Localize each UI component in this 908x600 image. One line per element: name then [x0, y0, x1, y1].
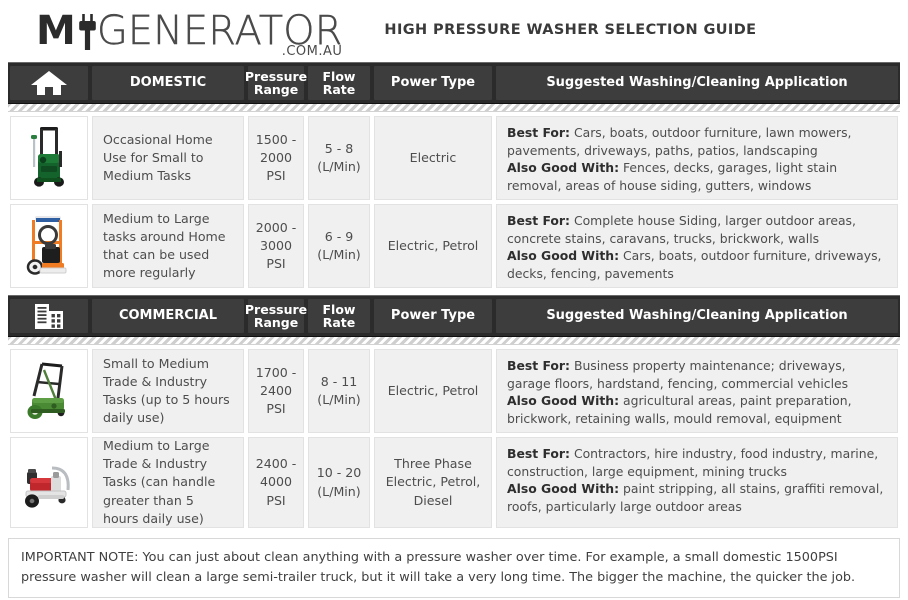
- row-power-type: Electric, Petrol: [374, 349, 492, 433]
- row-description: Medium to Large tasks around Home that c…: [92, 204, 244, 288]
- flow-rate-value: 10 - 20: [316, 465, 362, 481]
- power-plug-icon: [75, 12, 97, 50]
- house-icon: [10, 66, 88, 100]
- row-flow-rate: 6 - 9 (L/Min): [308, 204, 370, 288]
- table-row: Medium to Large tasks around Home that c…: [8, 200, 900, 288]
- row-application: Best For: Business property maintenance;…: [496, 349, 898, 433]
- section-label-commercial: COMMERCIAL: [92, 299, 244, 333]
- best-for-label: Best For:: [507, 125, 570, 140]
- section-label-domestic: DOMESTIC: [92, 66, 244, 100]
- table-row: Small to Medium Trade & Industry Tasks (…: [8, 345, 900, 433]
- table-row: Medium to Large Trade & Industry Tasks (…: [8, 433, 900, 528]
- important-note: IMPORTANT NOTE: You can just about clean…: [8, 538, 900, 598]
- product-image: [10, 349, 88, 433]
- also-good-label: Also Good With:: [507, 248, 620, 264]
- column-header-pressure-range: Pressure Range: [245, 66, 307, 100]
- also-good-label: Also Good With:: [507, 481, 620, 497]
- hatched-divider: [8, 337, 900, 345]
- green-trade-pressure-washer: [18, 356, 80, 426]
- office-building-icon: [10, 299, 88, 333]
- flow-rate-unit: (L/Min): [317, 159, 361, 174]
- also-good-label: Also Good With:: [507, 393, 620, 409]
- flow-rate-value: 5 - 8: [324, 140, 354, 156]
- row-flow-rate: 5 - 8 (L/Min): [308, 116, 370, 200]
- column-header-application: Suggested Washing/Cleaning Application: [496, 66, 898, 100]
- green-electric-pressure-washer: [18, 123, 80, 193]
- flow-rate-value: 6 - 9: [324, 228, 354, 244]
- important-note-text: You can just about clean anything with a…: [21, 550, 856, 585]
- also-good-label: Also Good With:: [507, 160, 620, 176]
- flow-rate-value: 8 - 11: [320, 373, 358, 389]
- column-header-application: Suggested Washing/Cleaning Application: [496, 299, 898, 333]
- product-image: [10, 204, 88, 288]
- row-application: Best For: Cars, boats, outdoor furniture…: [496, 116, 898, 200]
- row-description: Occasional Home Use for Small to Medium …: [92, 116, 244, 200]
- page-title: HIGH PRESSURE WASHER SELECTION GUIDE: [384, 22, 757, 38]
- product-image: [10, 437, 88, 528]
- column-header-flow-rate: Flow Rate: [308, 299, 370, 333]
- row-description: Medium to Large Trade & Industry Tasks (…: [92, 437, 244, 528]
- column-header-power-type: Power Type: [374, 299, 492, 333]
- important-note-label: IMPORTANT NOTE:: [21, 550, 139, 565]
- selection-guide-table: DOMESTIC Pressure Range Flow Rate Power …: [0, 62, 908, 528]
- page-header: M GENERATOR .COM.AU HIGH PRESSURE WASHER…: [0, 0, 908, 62]
- flow-rate-unit: (L/Min): [317, 392, 361, 407]
- column-header-pressure-range: Pressure Range: [245, 299, 307, 333]
- flow-rate-unit: (L/Min): [317, 247, 361, 262]
- row-pressure-range: 2000 - 3000 PSI: [248, 204, 304, 288]
- best-for-label: Best For:: [507, 446, 570, 461]
- flow-rate-unit: (L/Min): [317, 483, 361, 499]
- row-application: Best For: Complete house Siding, larger …: [496, 204, 898, 288]
- row-pressure-range: 2400 - 4000 PSI: [248, 437, 304, 528]
- row-power-type: Three Phase Electric, Petrol, Diesel: [374, 437, 492, 528]
- logo-my-text: M: [36, 8, 76, 54]
- product-image: [10, 116, 88, 200]
- logo-tld-text: .COM.AU: [281, 44, 343, 59]
- flow-rate-line2: Rate: [322, 315, 356, 330]
- row-power-type: Electric: [374, 116, 492, 200]
- mygenerator-logo[interactable]: M GENERATOR .COM.AU: [36, 8, 343, 59]
- pressure-range-line2: Range: [253, 82, 299, 97]
- flow-rate-line2: Rate: [322, 82, 356, 97]
- row-pressure-range: 1700 - 2400 PSI: [248, 349, 304, 433]
- hatched-divider: [8, 104, 900, 112]
- row-pressure-range: 1500 - 2000 PSI: [248, 116, 304, 200]
- best-for-label: Best For:: [507, 358, 570, 373]
- section-header-commercial: COMMERCIAL Pressure Range Flow Rate Powe…: [8, 295, 900, 337]
- best-for-label: Best For:: [507, 213, 570, 228]
- section-header-domestic: DOMESTIC Pressure Range Flow Rate Power …: [8, 62, 900, 104]
- red-industrial-pressure-washer: [18, 448, 80, 518]
- infographic-page: M GENERATOR .COM.AU HIGH PRESSURE WASHER…: [0, 0, 908, 600]
- row-description: Small to Medium Trade & Industry Tasks (…: [92, 349, 244, 433]
- orange-petrol-pressure-washer: [18, 211, 80, 281]
- row-flow-rate: 8 - 11 (L/Min): [308, 349, 370, 433]
- column-header-flow-rate: Flow Rate: [308, 66, 370, 100]
- table-row: Occasional Home Use for Small to Medium …: [8, 112, 900, 200]
- row-power-type: Electric, Petrol: [374, 204, 492, 288]
- row-flow-rate: 10 - 20 (L/Min): [308, 437, 370, 528]
- column-header-power-type: Power Type: [374, 66, 492, 100]
- pressure-range-line2: Range: [253, 315, 299, 330]
- row-application: Best For: Contractors, hire industry, fo…: [496, 437, 898, 528]
